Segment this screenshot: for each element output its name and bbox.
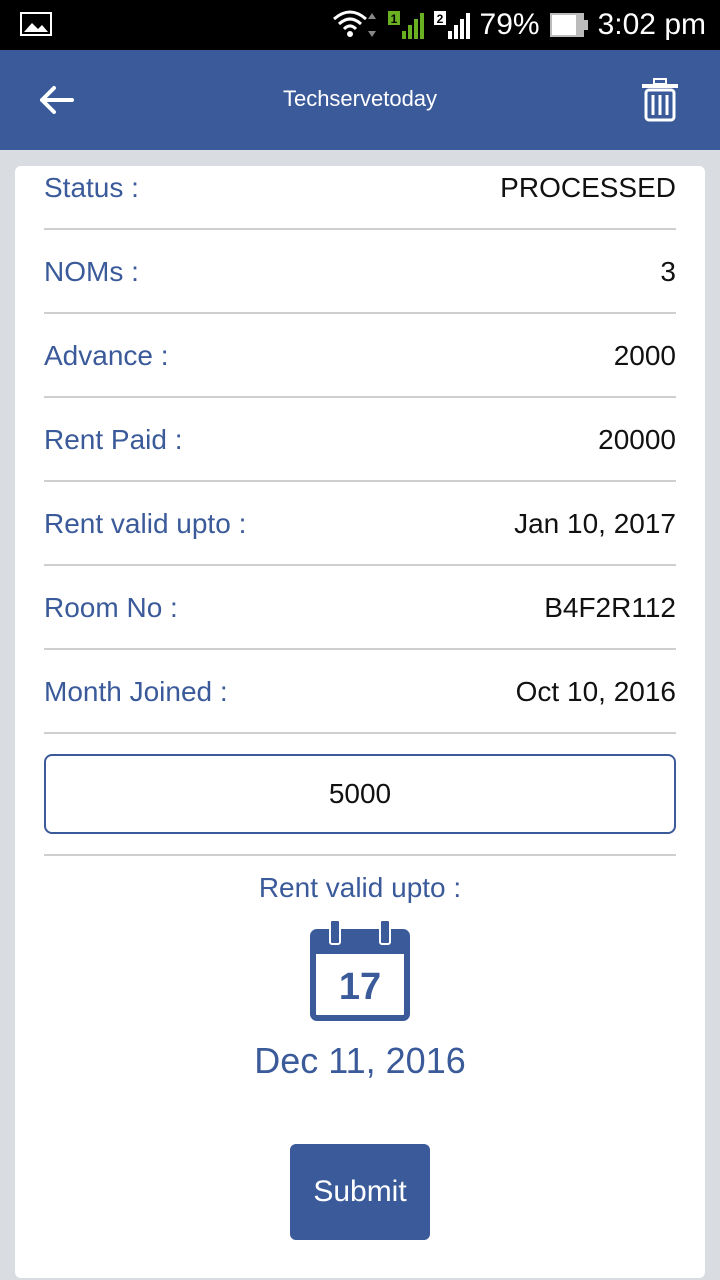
amount-input[interactable]: 5000 (44, 754, 676, 834)
submit-button[interactable]: Submit (290, 1144, 430, 1240)
app-title: Techservetoday (282, 86, 438, 111)
sim2-number: 2 (436, 12, 443, 26)
detail-row-rent-paid: Rent Paid : 20000 (44, 398, 676, 482)
divider (44, 854, 676, 856)
signal-sim2-icon: 2 (433, 11, 470, 39)
detail-label: Month Joined : (44, 676, 228, 707)
detail-value: 3 (660, 256, 676, 287)
detail-value: Oct 10, 2016 (515, 676, 676, 707)
detail-row-rent-valid: Rent valid upto : Jan 10, 2017 (44, 482, 676, 566)
detail-value: PROCESSED (500, 172, 676, 203)
status-bar: 1 2 79% 3:02 pm (0, 0, 720, 50)
detail-row-room-no: Room No : B4F2R112 (44, 566, 676, 650)
detail-label: NOMs : (44, 256, 139, 287)
app-bar: Techservetoday (0, 50, 720, 150)
rent-valid-label: Rent valid upto : (258, 872, 462, 903)
booking-detail-card: Status : PROCESSED NOMs : 3 Advance : 20… (15, 166, 705, 1278)
detail-value: B4F2R112 (544, 592, 676, 623)
detail-value: 2000 (613, 340, 676, 371)
trash-icon[interactable] (640, 78, 680, 122)
detail-value: 20000 (598, 424, 676, 455)
battery-icon (549, 13, 588, 37)
detail-label: Room No : (44, 592, 178, 623)
signal-sim1-icon: 1 (387, 11, 424, 39)
selected-date[interactable]: Dec 11, 2016 (15, 1040, 705, 1082)
detail-label: Status : (44, 172, 139, 203)
image-notification-icon (20, 12, 52, 36)
calendar-day-number: 17 (338, 966, 382, 1008)
detail-row-status: Status : PROCESSED (44, 166, 676, 230)
detail-row-month-joined: Month Joined : Oct 10, 2016 (44, 650, 676, 734)
detail-value: Jan 10, 2017 (514, 508, 676, 539)
battery-percent: 79% (479, 8, 540, 41)
wifi-icon (332, 10, 376, 37)
detail-label: Advance : (44, 340, 169, 371)
detail-label: Rent valid upto : (44, 508, 247, 539)
sim1-number: 1 (390, 12, 397, 26)
detail-row-noms: NOMs : 3 (44, 230, 676, 314)
detail-row-advance: Advance : 2000 (44, 314, 676, 398)
clock: 3:02 pm (597, 8, 706, 41)
detail-label: Rent Paid : (44, 424, 183, 455)
